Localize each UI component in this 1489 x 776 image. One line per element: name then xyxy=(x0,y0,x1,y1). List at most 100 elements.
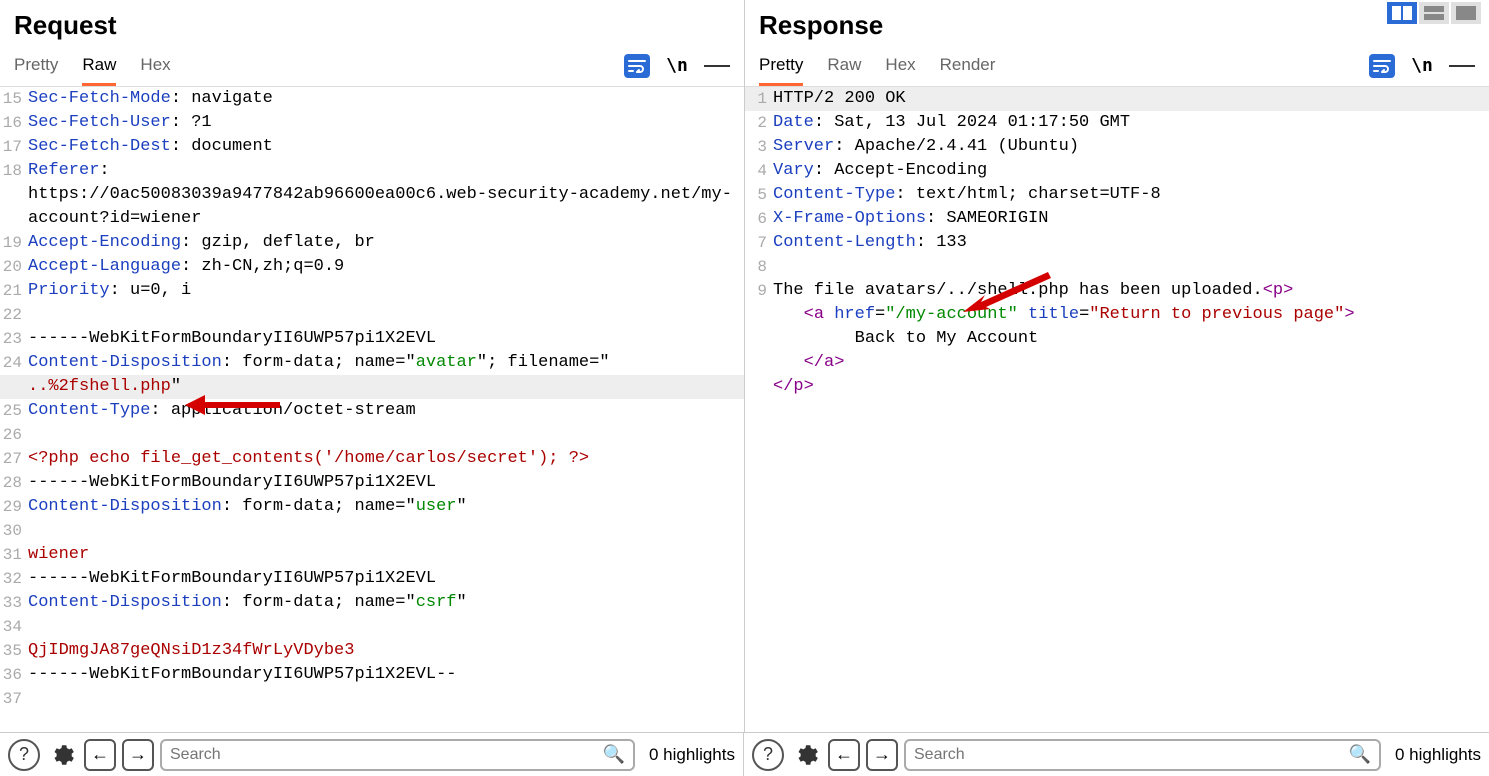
line-number: 28 xyxy=(0,471,28,495)
code-content xyxy=(28,687,744,711)
code-line: 34 xyxy=(0,615,744,639)
line-number: 31 xyxy=(0,543,28,567)
code-content xyxy=(28,303,744,327)
line-number xyxy=(745,327,773,351)
search-box[interactable]: 🔍 xyxy=(904,739,1381,771)
line-number: 34 xyxy=(0,615,28,639)
response-tabs: Pretty Raw Hex Render xyxy=(759,49,995,86)
help-button[interactable]: ? xyxy=(752,739,784,771)
line-number: 20 xyxy=(0,255,28,279)
code-content: QjIDmgJA87geQNsiD1z34fWrLyVDybe3 xyxy=(28,639,744,663)
code-content: Content-Length: 133 xyxy=(773,231,1489,255)
response-editor[interactable]: 1HTTP/2 200 OK2Date: Sat, 13 Jul 2024 01… xyxy=(745,87,1489,732)
line-number: 23 xyxy=(0,327,28,351)
request-editor[interactable]: 15Sec-Fetch-Mode: navigate16Sec-Fetch-Us… xyxy=(0,87,744,732)
response-tab-hex[interactable]: Hex xyxy=(885,49,915,86)
code-content xyxy=(28,423,744,447)
code-content: Vary: Accept-Encoding xyxy=(773,159,1489,183)
response-tab-render[interactable]: Render xyxy=(940,49,996,86)
line-number: 2 xyxy=(745,111,773,135)
line-number: 25 xyxy=(0,399,28,423)
request-panel: Request Pretty Raw Hex \n 15Sec-Fetch-Mode… xyxy=(0,0,745,732)
settings-button[interactable] xyxy=(790,739,822,771)
next-button[interactable]: → xyxy=(866,739,898,771)
code-content: Sec-Fetch-Mode: navigate xyxy=(28,87,744,111)
code-line: 15Sec-Fetch-Mode: navigate xyxy=(0,87,744,111)
code-line: </p> xyxy=(745,375,1489,399)
code-line: 26 xyxy=(0,423,744,447)
request-tabs: Pretty Raw Hex xyxy=(14,49,171,86)
line-number xyxy=(745,303,773,327)
code-line: 25Content-Type: application/octet-stream xyxy=(0,399,744,423)
prev-button[interactable]: ← xyxy=(828,739,860,771)
line-number: 1 xyxy=(745,87,773,111)
code-line: 3Server: Apache/2.4.41 (Ubuntu) xyxy=(745,135,1489,159)
line-number: 26 xyxy=(0,423,28,447)
request-tab-hex[interactable]: Hex xyxy=(140,49,170,86)
line-number: 7 xyxy=(745,231,773,255)
wrap-toggle-button[interactable] xyxy=(1369,54,1395,78)
search-icon: 🔍 xyxy=(1349,744,1371,765)
line-number: 32 xyxy=(0,567,28,591)
code-line: 5Content-Type: text/html; charset=UTF-8 xyxy=(745,183,1489,207)
layout-single-button[interactable] xyxy=(1451,2,1481,24)
code-content: Content-Disposition: form-data; name="av… xyxy=(28,351,744,375)
line-number: 36 xyxy=(0,663,28,687)
request-tab-raw[interactable]: Raw xyxy=(82,49,116,86)
request-title: Request xyxy=(14,10,730,41)
line-number xyxy=(0,183,28,231)
code-content xyxy=(28,615,744,639)
response-tab-raw[interactable]: Raw xyxy=(827,49,861,86)
line-number xyxy=(745,351,773,375)
bottom-bar: ? ← → 🔍 0 highlights ? ← → 🔍 0 highlight… xyxy=(0,732,1489,776)
actions-menu-button[interactable] xyxy=(1449,54,1475,78)
prev-button[interactable]: ← xyxy=(84,739,116,771)
layout-toggle-group xyxy=(1387,2,1481,24)
code-line: 2Date: Sat, 13 Jul 2024 01:17:50 GMT xyxy=(745,111,1489,135)
code-content: ------WebKitFormBoundaryII6UWP57pi1X2EVL xyxy=(28,567,744,591)
code-line: 9The file avatars/../shell.php has been … xyxy=(745,279,1489,303)
request-tab-pretty[interactable]: Pretty xyxy=(14,49,58,86)
line-number: 22 xyxy=(0,303,28,327)
code-line: 6X-Frame-Options: SAMEORIGIN xyxy=(745,207,1489,231)
help-button[interactable]: ? xyxy=(8,739,40,771)
line-number: 17 xyxy=(0,135,28,159)
code-content: Sec-Fetch-Dest: document xyxy=(28,135,744,159)
code-content: The file avatars/../shell.php has been u… xyxy=(773,279,1489,303)
code-content: HTTP/2 200 OK xyxy=(773,87,1489,111)
code-content: </a> xyxy=(773,351,1489,375)
layout-split-button[interactable] xyxy=(1387,2,1417,24)
search-input[interactable] xyxy=(170,746,603,764)
line-number xyxy=(745,375,773,399)
settings-button[interactable] xyxy=(46,739,78,771)
next-button[interactable]: → xyxy=(122,739,154,771)
layout-stack-button[interactable] xyxy=(1419,2,1449,24)
code-line: </a> xyxy=(745,351,1489,375)
line-number: 8 xyxy=(745,255,773,279)
search-box[interactable]: 🔍 xyxy=(160,739,635,771)
code-content: Date: Sat, 13 Jul 2024 01:17:50 GMT xyxy=(773,111,1489,135)
response-tab-pretty[interactable]: Pretty xyxy=(759,49,803,86)
line-number: 9 xyxy=(745,279,773,303)
code-line: ..%2fshell.php" xyxy=(0,375,744,399)
search-input[interactable] xyxy=(914,746,1349,764)
code-line: 21Priority: u=0, i xyxy=(0,279,744,303)
code-line: 16Sec-Fetch-User: ?1 xyxy=(0,111,744,135)
code-line: 17Sec-Fetch-Dest: document xyxy=(0,135,744,159)
code-line: 29Content-Disposition: form-data; name="… xyxy=(0,495,744,519)
line-number: 5 xyxy=(745,183,773,207)
code-content: <a href="/my-account" title="Return to p… xyxy=(773,303,1489,327)
code-line: 8 xyxy=(745,255,1489,279)
line-number: 37 xyxy=(0,687,28,711)
line-number: 16 xyxy=(0,111,28,135)
response-title: Response xyxy=(759,10,1475,41)
code-line: https://0ac50083039a9477842ab96600ea00c6… xyxy=(0,183,744,231)
code-content: wiener xyxy=(28,543,744,567)
line-number: 27 xyxy=(0,447,28,471)
code-line: 31wiener xyxy=(0,543,744,567)
actions-menu-button[interactable] xyxy=(704,54,730,78)
line-number: 29 xyxy=(0,495,28,519)
newline-toggle-button[interactable]: \n xyxy=(664,54,690,78)
wrap-toggle-button[interactable] xyxy=(624,54,650,78)
newline-toggle-button[interactable]: \n xyxy=(1409,54,1435,78)
